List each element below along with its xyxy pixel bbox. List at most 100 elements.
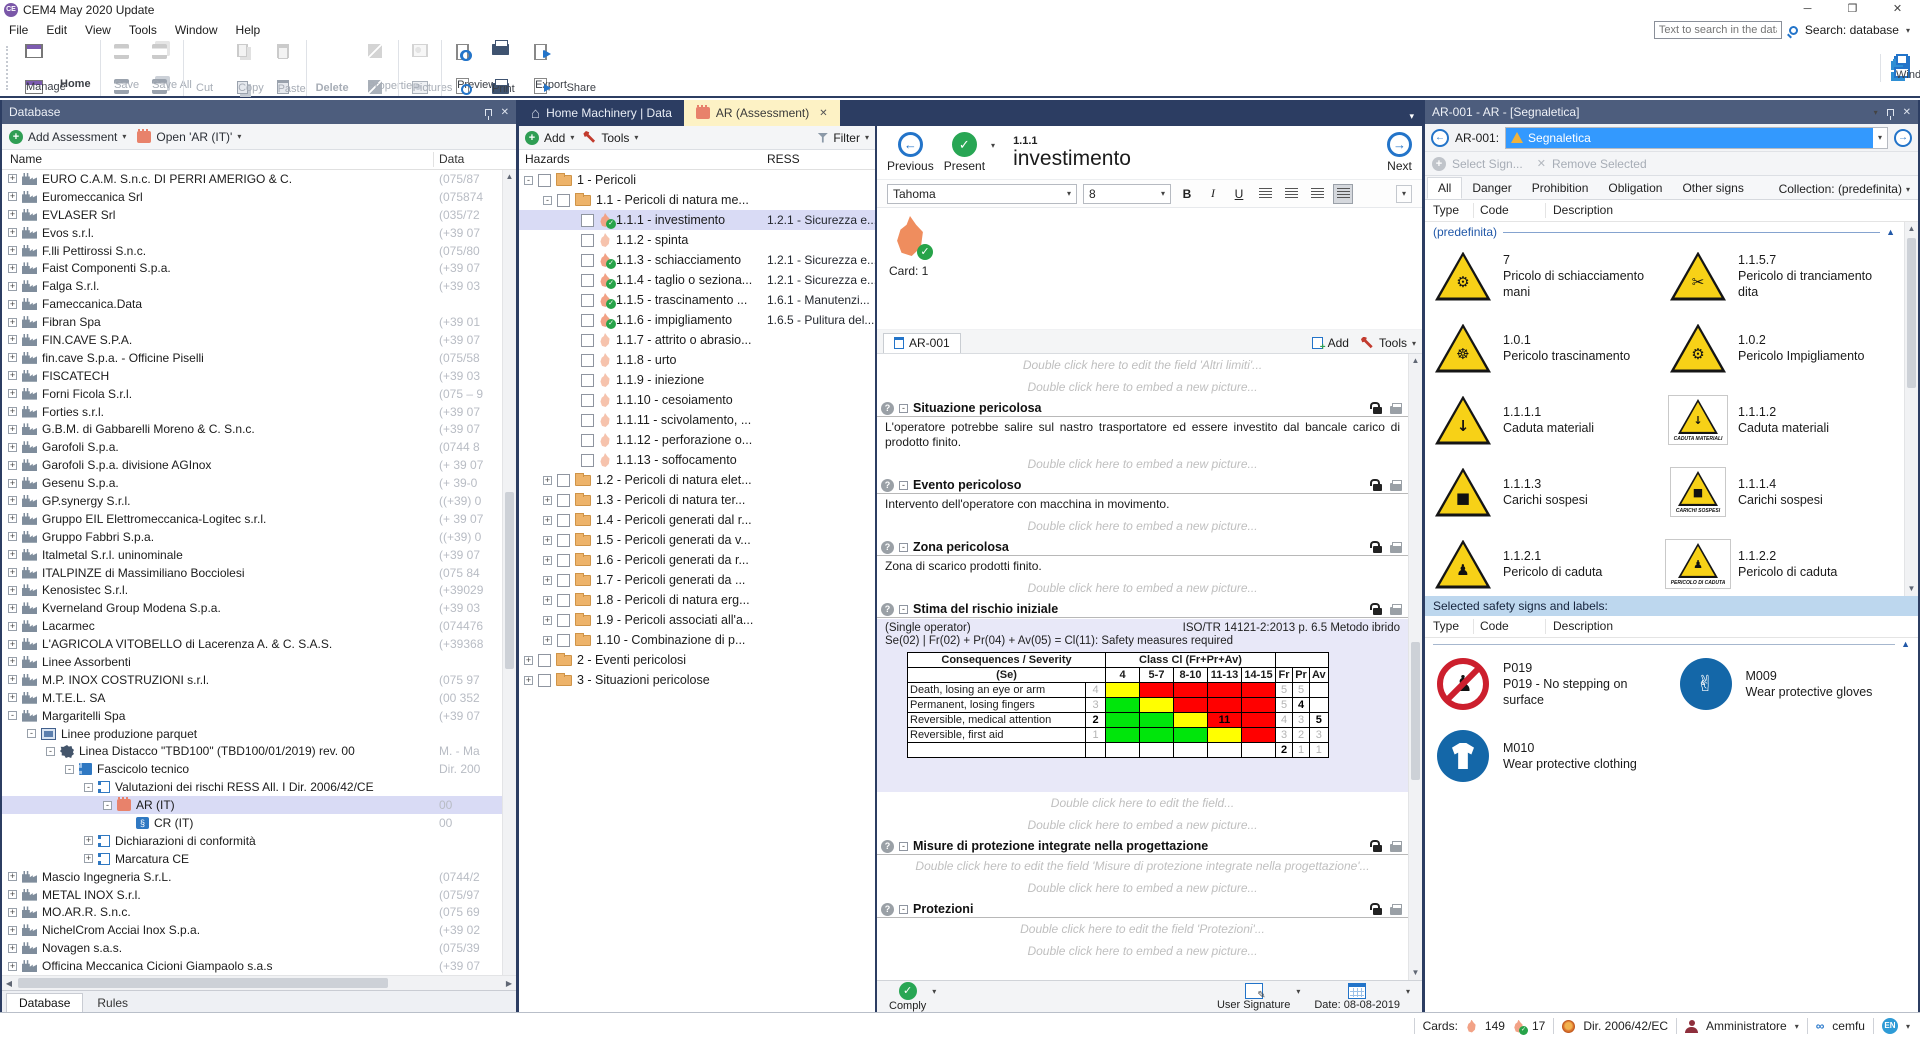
hazard-checkbox[interactable]: [581, 334, 594, 347]
tree-row[interactable]: Forties s.r.l. (+39 07: [2, 403, 516, 421]
lock-icon[interactable]: [1373, 608, 1382, 615]
print-icon[interactable]: [1390, 907, 1402, 915]
name-column-header[interactable]: Name: [10, 152, 42, 166]
tree-row[interactable]: Forni Ficola S.r.l. (075 – 9: [2, 385, 516, 403]
expander-icon[interactable]: [8, 335, 17, 344]
expander-icon[interactable]: [543, 536, 552, 545]
expander-icon[interactable]: [27, 729, 36, 738]
hazard-row[interactable]: 1.5 - Pericoli generati da v...: [519, 530, 875, 550]
toolbar-button[interactable]: Properties: [355, 40, 395, 96]
hazard-row[interactable]: 1.2 - Pericoli di natura elet...: [519, 470, 875, 490]
language-badge[interactable]: EN: [1882, 1018, 1898, 1034]
filter-dropdown-icon[interactable]: ▾: [865, 133, 869, 142]
tree-row[interactable]: Linea Distacco "TBD100" (TBD100/01/2019)…: [2, 743, 516, 761]
expander-icon[interactable]: [8, 425, 17, 434]
hazard-row[interactable]: 1.6 - Pericoli generati da r...: [519, 550, 875, 570]
open-ar-button[interactable]: Open 'AR (IT)': [156, 130, 232, 144]
search-dropdown-icon[interactable]: ▾: [1906, 26, 1910, 35]
fields-vertical-scrollbar[interactable]: ▲ ▼: [1408, 354, 1422, 980]
hazard-checkbox[interactable]: [581, 294, 594, 307]
expander-icon[interactable]: [8, 532, 17, 541]
hazard-row[interactable]: 1.1.9 - iniezione: [519, 370, 875, 390]
expander-icon[interactable]: [543, 496, 552, 505]
tree-row[interactable]: Falga S.r.l. (+39 03: [2, 277, 516, 295]
toolbar-button[interactable]: Home: [54, 40, 97, 96]
pin-icon[interactable]: [1887, 109, 1894, 116]
expander-icon[interactable]: [8, 371, 17, 380]
lock-icon[interactable]: [1373, 908, 1382, 915]
expander-icon[interactable]: [8, 496, 17, 505]
hazard-checkbox[interactable]: [581, 274, 594, 287]
window-toolbar-button[interactable]: Window: [1880, 54, 1920, 82]
expander-icon[interactable]: [84, 783, 93, 792]
tree-row[interactable]: Officina Meccanica Cicioni Giampaolo s.a…: [2, 957, 516, 975]
tree-row[interactable]: Garofoli S.p.a. (0744 8: [2, 438, 516, 456]
section-body[interactable]: Zona di scarico prodotti finito.: [877, 556, 1408, 577]
toolbar-button[interactable]: Preview: [441, 40, 481, 96]
expander-icon[interactable]: [8, 890, 17, 899]
tree-row[interactable]: L'AGRICOLA VITOBELLO di Lacerenza A. & C…: [2, 635, 516, 653]
maximize-button[interactable]: ❐: [1830, 0, 1875, 20]
hazard-row[interactable]: 1 - Pericoli: [519, 170, 875, 190]
hazard-checkbox[interactable]: [557, 634, 570, 647]
sign-item[interactable]: ♟PERICOLO DI CADUTA 1.1.2.2 Pericolo di …: [1666, 532, 1901, 596]
hazard-row[interactable]: 1.7 - Pericoli generati da ...: [519, 570, 875, 590]
menu-item[interactable]: File: [0, 23, 37, 37]
lock-icon[interactable]: [1373, 407, 1382, 414]
hazard-row[interactable]: 1.10 - Combinazione di p...: [519, 630, 875, 650]
expander-icon[interactable]: [8, 908, 17, 917]
scroll-left-icon[interactable]: ◀: [2, 976, 16, 991]
hazard-row[interactable]: 1.9 - Pericoli associati all'a...: [519, 610, 875, 630]
hazard-checkbox[interactable]: [538, 174, 551, 187]
open-ar-dropdown-icon[interactable]: ▾: [237, 132, 241, 141]
tab-danger[interactable]: Danger: [1462, 178, 1521, 199]
expander-icon[interactable]: [65, 765, 74, 774]
hazard-row[interactable]: 3 - Situazioni pericolose: [519, 670, 875, 690]
filter-button[interactable]: Filter: [833, 131, 860, 145]
hazard-checkbox[interactable]: [581, 354, 594, 367]
database-vertical-scrollbar[interactable]: ▲: [502, 170, 516, 975]
hazard-row[interactable]: 1.1.1 - investimento 1.2.1 - Sicurezza e…: [519, 210, 875, 230]
hazard-checkbox[interactable]: [538, 674, 551, 687]
hazard-checkbox[interactable]: [557, 534, 570, 547]
tree-row[interactable]: Dichiarazioni di conformità: [2, 832, 516, 850]
edit-placeholder[interactable]: Double click here to edit the field...: [877, 792, 1408, 814]
expander-icon[interactable]: [8, 550, 17, 559]
collection-label[interactable]: Collection: (predefinita): [1779, 182, 1902, 196]
tree-row[interactable]: METAL INOX S.r.l. (075/97: [2, 886, 516, 904]
tab-list-chevron-icon[interactable]: ▾: [1401, 111, 1422, 126]
picture-placeholder[interactable]: Double click here to embed a new picture…: [877, 453, 1408, 475]
lock-icon[interactable]: [1373, 546, 1382, 553]
add-dropdown-icon[interactable]: ▾: [570, 133, 574, 142]
hazard-row[interactable]: 1.3 - Pericoli di natura ter...: [519, 490, 875, 510]
collapse-icon[interactable]: -: [899, 404, 908, 413]
add-hazard-button[interactable]: Add: [544, 131, 565, 145]
collapse-icon[interactable]: ▲: [1901, 639, 1910, 649]
tree-row[interactable]: EURO C.A.M. S.n.c. DI PERRI AMERIGO & C.…: [2, 170, 516, 188]
close-panel-icon[interactable]: ✕: [501, 107, 509, 118]
tab-ar-001[interactable]: AR-001: [883, 333, 961, 353]
tree-row[interactable]: G.B.M. di Gabbarelli Moreno & C. S.n.c. …: [2, 420, 516, 438]
selected-sign-item[interactable]: M010 Wear protective clothing: [1431, 724, 1674, 788]
tree-row[interactable]: Valutazioni dei rischi RESS All. I Dir. …: [2, 778, 516, 796]
collapse-icon[interactable]: -: [899, 605, 908, 614]
scrollbar-thumb[interactable]: [1907, 238, 1916, 388]
select-sign-button[interactable]: Select Sign...: [1452, 157, 1523, 171]
print-icon[interactable]: [1390, 545, 1402, 553]
tree-row[interactable]: Fascicolo tecnico Dir. 200: [2, 760, 516, 778]
close-tab-icon[interactable]: ✕: [819, 108, 827, 119]
help-icon[interactable]: ?: [881, 479, 894, 492]
altri-limiti-placeholder[interactable]: Double click here to edit the field 'Alt…: [877, 354, 1408, 376]
hazard-checkbox[interactable]: [581, 314, 594, 327]
search-input[interactable]: [1654, 21, 1782, 39]
data-column-header[interactable]: Data: [439, 152, 464, 166]
tree-row[interactable]: FISCATECH (+39 03: [2, 367, 516, 385]
collection-group-row[interactable]: (predefinita) ▲: [1425, 222, 1903, 242]
tree-row[interactable]: Italmetal S.r.l. uninominale (+39 07: [2, 546, 516, 564]
panel-menu-icon[interactable]: ▾: [1874, 108, 1878, 117]
section-body[interactable]: Intervento dell'operatore con macchina i…: [877, 494, 1408, 515]
sign-item[interactable]: ✂ 1.1.5.7 Pericolo di tranciamento dita: [1666, 244, 1901, 308]
database-horizontal-scrollbar[interactable]: ◀ ▶: [2, 975, 516, 990]
lock-icon[interactable]: [1373, 845, 1382, 852]
expander-icon[interactable]: [8, 246, 17, 255]
